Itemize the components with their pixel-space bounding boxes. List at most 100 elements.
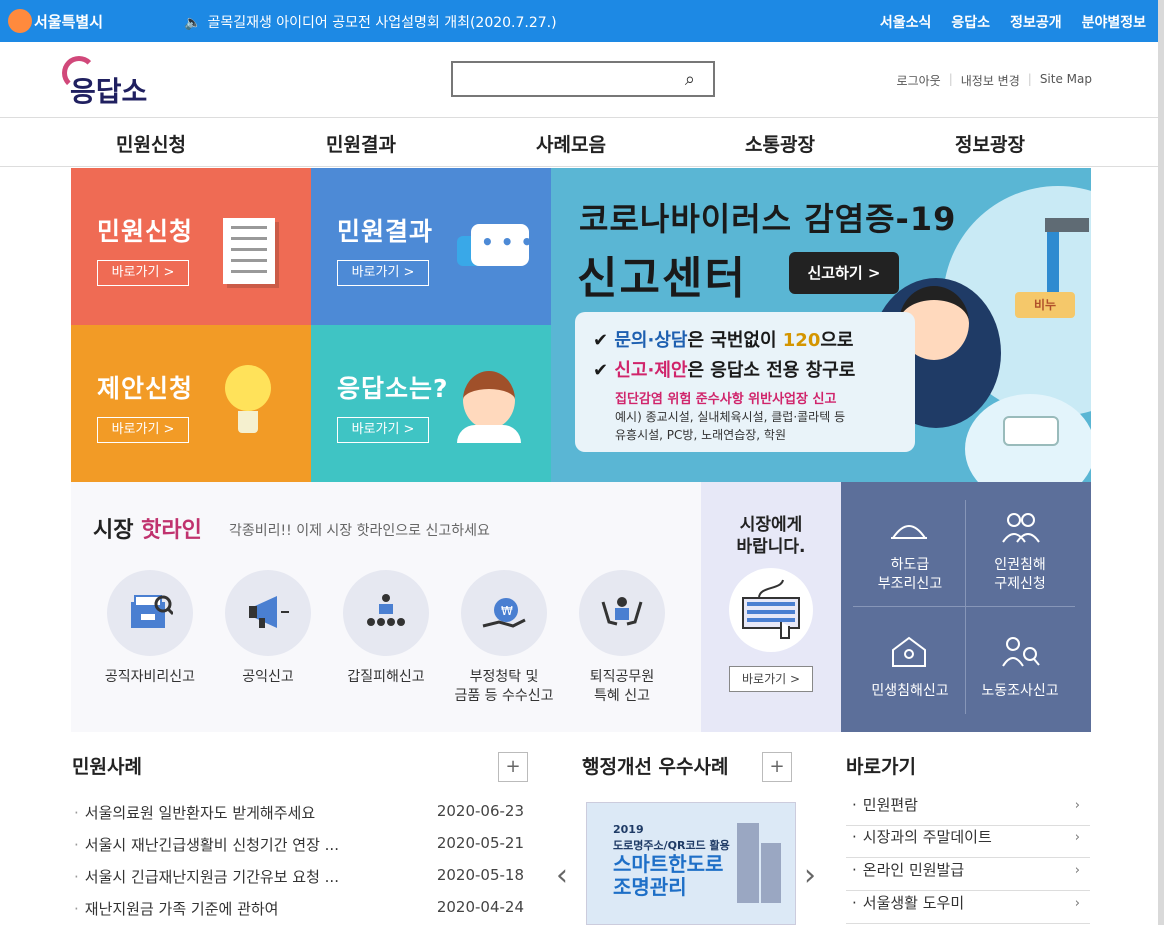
nav-communication[interactable]: 소통광장 (745, 130, 815, 157)
quick-link[interactable]: · 온라인 민원발급 › (846, 859, 1090, 891)
keyboard-icon (729, 568, 813, 652)
search-box: ⌕ (451, 61, 715, 97)
hotline-item-gapjil[interactable] (343, 570, 429, 656)
tile-shortcut-button[interactable]: 바로가기 > (337, 260, 429, 286)
admin-more-button[interactable]: + (762, 752, 792, 782)
hotline-item-bribery[interactable]: ₩ (461, 570, 547, 656)
card-year: 2019 (613, 823, 644, 836)
quick-link[interactable]: · 서울생활 도우미 › (846, 892, 1090, 924)
toplink-seoul-news[interactable]: 서울소식 (880, 12, 932, 32)
banner-example-1: 예시) 종교시설, 실내체육시설, 클럽·콜라텍 등 (615, 410, 846, 424)
tile-about[interactable]: 응답소는? 바로가기 > (311, 325, 551, 482)
banner-info-box: ✔ 문의·상담은 국번없이 120으로 ✔ 신고·제안은 응답소 전용 창구로 … (575, 312, 915, 452)
cases-more-button[interactable]: + (498, 752, 528, 782)
notice-text[interactable]: 골목길재생 아이디어 공모전 사업설명회 개최(2020.7.27.) (207, 15, 556, 31)
tile-title: 민원결과 (337, 217, 434, 246)
covid-banner[interactable]: 비누 코로나바이러스 감염증-19 신고센터 신고하기 > ✔ 문의·상담은 국… (551, 168, 1091, 482)
hotline-item-public-interest[interactable] (225, 570, 311, 656)
megaphone-icon (249, 596, 289, 628)
search-input[interactable] (453, 63, 673, 95)
scrollbar[interactable] (1158, 0, 1164, 925)
card-title: 스마트한도로 조명관리 (613, 852, 724, 899)
speaker-icon: 🔈 (184, 15, 202, 31)
nav-complaint-result[interactable]: 민원결과 (326, 130, 396, 157)
nav-information[interactable]: 정보광장 (955, 130, 1025, 157)
chevron-right-icon: › (1074, 896, 1080, 911)
top-bar: 서울특별시 🔈 골목길재생 아이디어 공모전 사업설명회 개최(2020.7.27… (0, 0, 1158, 42)
admin-title: 행정개선 우수사례 (582, 756, 729, 778)
toplink-info-open[interactable]: 정보공개 (1010, 12, 1062, 32)
hotline-subtitle: 각종비리!! 이제 시장 핫라인으로 신고하세요 (229, 523, 490, 539)
check-icon: ✔ (593, 330, 615, 351)
people-icon (1002, 513, 1040, 543)
report-grid: 하도급 부조리신고 인권침해 구제신청 민생침해신고 노동조사신고 (841, 482, 1091, 732)
file-cabinet-icon (131, 595, 173, 628)
tile-shortcut-button[interactable]: 바로가기 > (337, 417, 429, 443)
my-info-link[interactable]: 내정보 변경 (961, 72, 1020, 89)
ask-mayor-title: 시장에게 바랍니다. (736, 515, 806, 557)
hotline-label: 갑질피해신고 (347, 669, 425, 685)
case-item[interactable]: · 서울시 재난긴급생활비 신청기간 연장 ... 2020-05-21 (74, 834, 524, 855)
chevron-right-icon: › (1074, 830, 1080, 845)
hotline-title: 시장 핫라인 (93, 518, 202, 543)
toplink-eungdapso[interactable]: 응답소 (951, 12, 990, 32)
building-icon (761, 843, 781, 903)
logout-link[interactable]: 로그아웃 (897, 72, 941, 89)
operator-icon (463, 371, 515, 429)
tile-shortcut-button[interactable]: 바로가기 > (97, 417, 189, 443)
house-alert-icon (892, 636, 926, 667)
water-icon (1047, 232, 1059, 292)
toplink-field-info[interactable]: 분야별정보 (1082, 12, 1146, 32)
tile-complaint-apply[interactable]: 민원신청 바로가기 > (71, 168, 311, 325)
banner-title: 코로나바이러스 감염증-19 (579, 200, 957, 238)
report-button[interactable]: 신고하기 > (789, 252, 899, 294)
hands-person-icon (601, 597, 643, 626)
hotline-item-official-corruption[interactable] (107, 570, 193, 656)
card-subtitle: 도로명주소/QR코드 활용 (613, 839, 730, 852)
banner-red-text: 집단감염 위험 준수사항 위반사업장 신고 (615, 392, 837, 407)
report-human-rights[interactable]: 인권침해 구제신청 (965, 556, 1075, 594)
tile-complaint-result[interactable]: 민원결과 바로가기 > • • • (311, 168, 551, 325)
check-icon: ✔ (593, 360, 615, 381)
case-item[interactable]: · 재난지원금 가족 기준에 관하여 2020-04-24 (74, 898, 524, 919)
notice-ticker[interactable]: 🔈 골목길재생 아이디어 공모전 사업설명회 개최(2020.7.27.) (184, 12, 557, 32)
lightbulb-icon (225, 365, 271, 411)
case-item[interactable]: · 서울시 긴급재난지원금 기간유보 요청 ... 2020-05-18 (74, 866, 524, 887)
ask-mayor-button[interactable]: 바로가기 > (729, 666, 813, 692)
info-line-2: ✔ 신고·제안은 응답소 전용 창구로 (593, 360, 856, 381)
nav-case-collection[interactable]: 사례모음 (536, 130, 606, 157)
utility-links: 로그아웃 | 내정보 변경 | Site Map (897, 72, 1092, 89)
lightbulb-base-icon (238, 411, 258, 433)
tile-shortcut-button[interactable]: 바로가기 > (97, 260, 189, 286)
hotline-label: 부정청탁 및 금품 등 수수신고 (454, 669, 554, 704)
hotline-item-retired-official[interactable] (579, 570, 665, 656)
top-links: 서울소식 응답소 정보공개 분야별정보 (880, 12, 1146, 32)
search-icon[interactable]: ⌕ (685, 69, 695, 90)
admin-case-card[interactable]: 2019 도로명주소/QR코드 활용 스마트한도로 조명관리 (586, 802, 796, 925)
nav-complaint-apply[interactable]: 민원신청 (116, 130, 186, 157)
tile-title: 응답소는? (337, 374, 449, 403)
hardhat-icon (891, 525, 927, 539)
quick-title: 바로가기 (846, 756, 916, 778)
brand-name[interactable]: 서울특별시 (34, 11, 103, 32)
sitemap-link[interactable]: Site Map (1040, 72, 1092, 89)
seoul-logo-icon[interactable] (8, 9, 32, 33)
tile-proposal-apply[interactable]: 제안신청 바로가기 > (71, 325, 311, 482)
svg-text:₩: ₩ (501, 604, 513, 618)
mask-icon (1003, 416, 1059, 446)
faucet-icon (1045, 218, 1089, 232)
quick-link[interactable]: · 시장과의 주말데이트 › (846, 826, 1090, 858)
case-item[interactable]: · 서울의료원 일반환자도 받게해주세요 2020-06-23 (74, 802, 524, 823)
building-icon (737, 823, 759, 903)
divider: | (1027, 72, 1032, 86)
report-subcontract[interactable]: 하도급 부조리신고 (855, 556, 965, 594)
quick-link[interactable]: · 민원편람 › (846, 794, 1090, 826)
report-livelihood[interactable]: 민생침해신고 (855, 682, 965, 701)
next-arrow-icon[interactable]: › (804, 858, 816, 893)
banner-example-2: 유흥시설, PC방, 노래연습장, 학원 (615, 428, 786, 442)
tile-title: 민원신청 (97, 217, 194, 246)
prev-arrow-icon[interactable]: ‹ (556, 858, 568, 893)
site-logo[interactable]: 응답소 (62, 52, 172, 108)
report-labor[interactable]: 노동조사신고 (965, 682, 1075, 701)
banner-subtitle: 신고센터 (577, 253, 747, 304)
